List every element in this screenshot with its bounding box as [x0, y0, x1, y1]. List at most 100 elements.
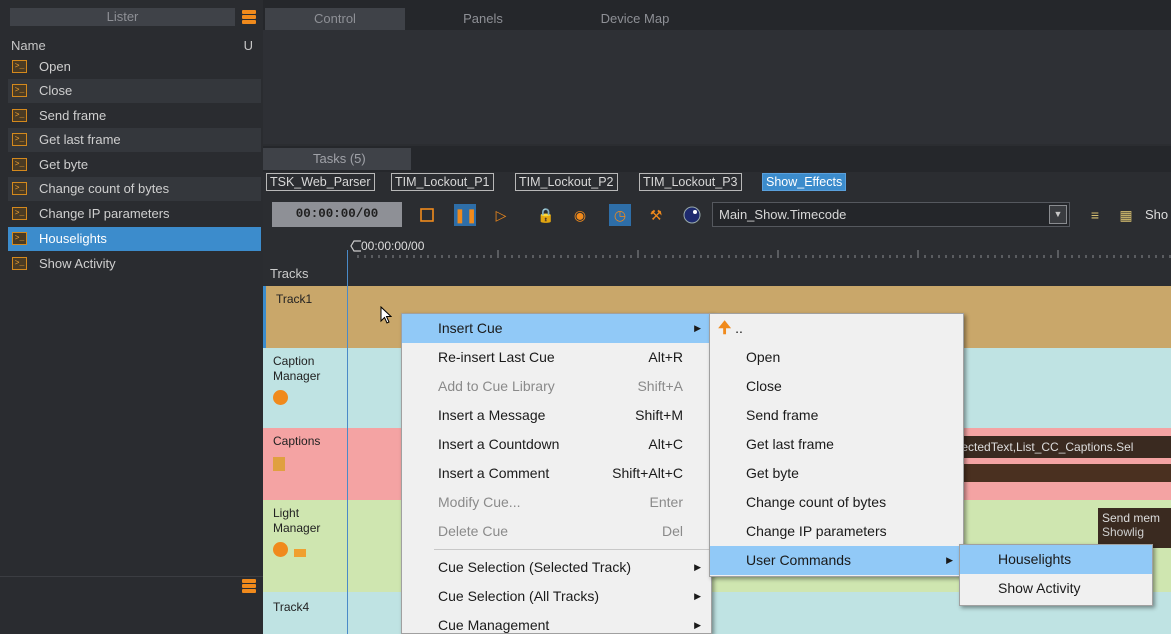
menu-item-label: Insert a Message [438, 407, 546, 423]
chevron-down-icon[interactable]: ▼ [1049, 205, 1067, 224]
submenu-item-houselights[interactable]: Houselights [960, 545, 1152, 574]
timecode-source-icon[interactable] [681, 204, 703, 226]
lister-column-header: Name U [0, 36, 263, 55]
submenu-item-send-frame[interactable]: Send frame [710, 401, 963, 430]
submenu-item-get-last-frame[interactable]: Get last frame [710, 430, 963, 459]
tab-control[interactable]: Control [265, 8, 405, 30]
command-icon: >_ [12, 109, 27, 122]
list-icon[interactable]: ≡ [1084, 204, 1106, 226]
light-cue-block[interactable]: Send mem Showlig [1098, 508, 1171, 548]
submenu-item-change-ip[interactable]: Change IP parameters [710, 517, 963, 546]
timecode-display[interactable]: 00:00:00/00 [272, 202, 402, 227]
track-label: Track1 [263, 286, 348, 348]
command-icon: >_ [12, 182, 27, 195]
lister-bottom-panel [0, 576, 263, 634]
track-label: Captions [263, 428, 348, 500]
lister-item-close[interactable]: >_ Close [8, 79, 261, 103]
menu-item-insert-comment[interactable]: Insert a Comment Shift+Alt+C [402, 459, 711, 488]
lister-item-send-frame[interactable]: >_ Send frame [8, 104, 261, 128]
lister-item-label: Close [39, 83, 73, 98]
light-cue-sub: Showlig [1102, 525, 1145, 539]
submenu-item-change-count[interactable]: Change count of bytes [710, 488, 963, 517]
command-icon: >_ [12, 257, 27, 270]
command-icon: >_ [12, 158, 27, 171]
menu-item-label: Insert a Countdown [438, 436, 560, 452]
menu-item-label: .. [735, 320, 743, 336]
task-tab-lockout-p1[interactable]: TIM_Lockout_P1 [391, 173, 494, 191]
clock-icon[interactable]: ◷ [609, 204, 631, 226]
cue-block-bar[interactable] [948, 464, 1171, 482]
command-icon: >_ [12, 232, 27, 245]
chevron-right-icon: ▶ [694, 562, 701, 572]
menu-item-add-to-cue-library[interactable]: Add to Cue Library Shift+A [402, 372, 711, 401]
menu-item-insert-cue[interactable]: Insert Cue ▶ [402, 314, 711, 343]
chevron-right-icon: ▶ [946, 555, 953, 565]
tab-device-map[interactable]: Device Map [561, 8, 709, 30]
menu-item-cue-management[interactable]: Cue Management ▶ [402, 611, 711, 633]
menu-item-label: Re-insert Last Cue [438, 349, 555, 365]
menu-item-label: Cue Selection (Selected Track) [438, 559, 631, 575]
command-icon: >_ [12, 60, 27, 73]
speaker-icon [294, 549, 306, 557]
menu-shortcut: Alt+C [648, 436, 683, 452]
menu-item-delete-cue[interactable]: Delete Cue Del [402, 517, 711, 546]
menu-item-label: Send frame [746, 407, 819, 423]
submenu-item-open[interactable]: Open [710, 343, 963, 372]
menu-item-label: Get last frame [746, 436, 834, 452]
menu-item-label: Modify Cue... [438, 494, 521, 510]
timecode-source-select[interactable]: Main_Show.Timecode ▼ [712, 202, 1070, 227]
calendar-icon[interactable]: ▦ [1115, 204, 1137, 226]
lock-icon[interactable]: 🔒 [535, 204, 557, 226]
lister-item-label: Send frame [39, 108, 107, 123]
lister-item-change-ip[interactable]: >_ Change IP parameters [8, 202, 261, 226]
tab-panels[interactable]: Panels [409, 8, 557, 30]
track-name: Caption Manager [273, 354, 321, 383]
task-tab-lockout-p3[interactable]: TIM_Lockout_P3 [639, 173, 742, 191]
play-icon[interactable]: ▷ [490, 204, 512, 226]
task-tab-show-effects[interactable]: Show_Effects [762, 173, 847, 191]
menu-item-modify-cue[interactable]: Modify Cue... Enter [402, 488, 711, 517]
bottom-menu-icon[interactable] [242, 579, 256, 593]
up-arrow-icon: 🠉 [718, 320, 732, 337]
menu-item-cue-selection-all[interactable]: Cue Selection (All Tracks) ▶ [402, 582, 711, 611]
timeline-ruler[interactable]: 00:00:00/00 [263, 236, 1171, 262]
submenu-item-user-commands[interactable]: User Commands ▶ [710, 546, 963, 575]
lister-item-get-byte[interactable]: >_ Get byte [8, 153, 261, 177]
submenu-item-get-byte[interactable]: Get byte [710, 459, 963, 488]
lister-item-change-count[interactable]: >_ Change count of bytes [8, 177, 261, 201]
menu-shortcut: Alt+R [648, 349, 683, 365]
command-icon: >_ [12, 133, 27, 146]
menu-item-insert-message[interactable]: Insert a Message Shift+M [402, 401, 711, 430]
timecode-source-value: Main_Show.Timecode [719, 207, 847, 222]
user-commands-submenu: Houselights Show Activity [959, 544, 1153, 606]
menu-item-parent-folder[interactable]: 🠉 .. [710, 314, 963, 343]
menu-shortcut: Del [661, 523, 683, 539]
tasks-tab[interactable]: Tasks (5) [263, 148, 411, 170]
lister-item-open[interactable]: >_ Open [8, 55, 261, 79]
name-column-label[interactable]: Name [11, 38, 46, 53]
task-tab-lockout-p2[interactable]: TIM_Lockout_P2 [515, 173, 618, 191]
menu-item-reinsert-last-cue[interactable]: Re-insert Last Cue Alt+R [402, 343, 711, 372]
submenu-item-show-activity[interactable]: Show Activity [960, 574, 1152, 603]
pause-icon[interactable]: ❚❚ [454, 204, 477, 226]
menu-separator [434, 549, 709, 550]
task-tab-web-parser[interactable]: TSK_Web_Parser [266, 173, 375, 191]
wrench-icon[interactable]: ⚒ [645, 204, 667, 226]
u-column-label[interactable]: U [244, 36, 253, 55]
cue-block[interactable]: electedText,List_CC_Captions.Sel [948, 436, 1171, 458]
lister-item-show-activity[interactable]: >_ Show Activity [8, 252, 261, 276]
lister-item-label: Houselights [39, 231, 107, 246]
submenu-item-close[interactable]: Close [710, 372, 963, 401]
tracks-header: Tracks [263, 262, 348, 286]
eye-icon[interactable]: ◉ [569, 204, 591, 226]
menu-item-label: Insert a Comment [438, 465, 550, 481]
lister-item-houselights[interactable]: >_ Houselights [8, 227, 261, 251]
playhead-line[interactable] [347, 250, 348, 634]
lister-tab[interactable]: Lister [10, 8, 235, 26]
menu-item-insert-countdown[interactable]: Insert a Countdown Alt+C [402, 430, 711, 459]
stop-icon[interactable] [416, 204, 438, 226]
lister-item-get-last-frame[interactable]: >_ Get last frame [8, 128, 261, 152]
lister-menu-icon[interactable] [242, 10, 256, 24]
menu-item-cue-selection-selected[interactable]: Cue Selection (Selected Track) ▶ [402, 553, 711, 582]
play-circle-icon [273, 390, 288, 405]
